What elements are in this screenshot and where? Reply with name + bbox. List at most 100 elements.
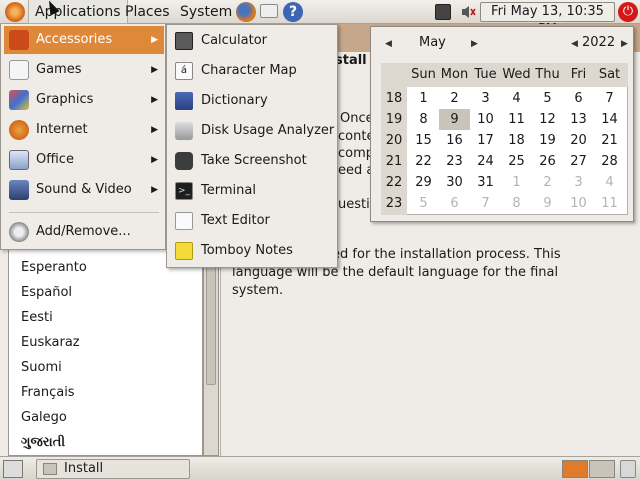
disk-usage-icon — [175, 122, 193, 140]
menu-item-add-remove[interactable]: Add/Remove... — [4, 218, 164, 246]
calendar-day[interactable]: 19 — [532, 130, 563, 151]
menu-item-accessories[interactable]: Accessories ▶ — [4, 26, 164, 54]
calendar-day[interactable]: 18 — [501, 130, 532, 151]
character-map-icon: á — [175, 62, 193, 80]
calendar-day[interactable]: 11 — [594, 193, 625, 214]
calendar-day[interactable]: 1 — [408, 88, 439, 109]
calendar-day[interactable]: 11 — [501, 109, 532, 130]
calendar-day[interactable]: 15 — [408, 130, 439, 151]
weekday-label: Mon — [440, 67, 469, 82]
prev-year-button[interactable]: ◀ — [571, 35, 578, 50]
calendar-day[interactable]: 29 — [408, 172, 439, 193]
help-icon[interactable]: ? — [283, 2, 303, 22]
calendar-day[interactable]: 31 — [470, 172, 501, 193]
week-number: 22 — [385, 175, 403, 190]
calendar-day[interactable]: 17 — [470, 130, 501, 151]
menu-item-office[interactable]: Office ▶ — [4, 146, 164, 174]
prev-month-button[interactable]: ◀ — [385, 35, 392, 50]
graphics-icon — [9, 90, 29, 110]
calendar-day[interactable]: 14 — [594, 109, 625, 130]
menu-item-dictionary[interactable]: Dictionary — [169, 87, 337, 115]
menu-item-disk-usage-analyzer[interactable]: Disk Usage Analyzer — [169, 117, 337, 145]
calendar-day[interactable]: 16 — [439, 130, 470, 151]
next-month-button[interactable]: ▶ — [471, 35, 478, 50]
calendar-day[interactable]: 10 — [470, 109, 501, 130]
calendar-day[interactable]: 2 — [439, 88, 470, 109]
language-item[interactable]: Euskaraz — [21, 333, 80, 353]
calendar-day[interactable]: 8 — [408, 109, 439, 130]
mail-icon[interactable] — [260, 4, 278, 18]
menu-item-sound-video[interactable]: Sound & Video ▶ — [4, 176, 164, 204]
internet-icon — [9, 120, 29, 140]
system-menu[interactable]: System — [174, 0, 238, 24]
language-item[interactable]: Español — [21, 283, 72, 303]
calendar-day[interactable]: 9 — [439, 109, 470, 130]
language-item[interactable]: Galego — [21, 408, 67, 428]
calendar-day[interactable]: 3 — [563, 172, 594, 193]
calendar-day[interactable]: 5 — [532, 88, 563, 109]
calendar-day[interactable]: 21 — [594, 130, 625, 151]
calendar-day[interactable]: 4 — [594, 172, 625, 193]
text-fragment: comp — [338, 146, 375, 161]
calendar-day[interactable]: 5 — [408, 193, 439, 214]
week-number: 19 — [385, 112, 403, 127]
calendar-day[interactable]: 9 — [532, 193, 563, 214]
network-icon[interactable] — [435, 4, 451, 20]
show-desktop-icon[interactable] — [3, 460, 23, 478]
menu-item-take-screenshot[interactable]: Take Screenshot — [169, 147, 337, 175]
calendar-day[interactable]: 23 — [439, 151, 470, 172]
calendar-day[interactable]: 24 — [470, 151, 501, 172]
calendar-day[interactable]: 25 — [501, 151, 532, 172]
submenu-arrow-icon: ▶ — [151, 35, 158, 45]
menu-item-internet[interactable]: Internet ▶ — [4, 116, 164, 144]
calendar-day[interactable]: 28 — [594, 151, 625, 172]
calendar-day[interactable]: 7 — [470, 193, 501, 214]
menu-item-tomboy-notes[interactable]: Tomboy Notes — [169, 237, 337, 265]
calendar-day[interactable]: 4 — [501, 88, 532, 109]
language-item[interactable]: Français — [21, 383, 75, 403]
text-editor-icon — [175, 212, 193, 230]
speaker-muted-icon[interactable] — [460, 4, 476, 20]
calendar-day[interactable]: 12 — [532, 109, 563, 130]
applications-menu[interactable]: Applications — [28, 0, 128, 24]
calendar-day[interactable]: 8 — [501, 193, 532, 214]
calendar-day[interactable]: 6 — [439, 193, 470, 214]
weekday-label: Wed — [502, 67, 531, 82]
calendar-day[interactable]: 30 — [439, 172, 470, 193]
menu-item-character-map[interactable]: á Character Map — [169, 57, 337, 85]
power-icon[interactable]: ⏻ — [618, 2, 638, 22]
calendar-day[interactable]: 1 — [501, 172, 532, 193]
calendar-day[interactable]: 26 — [532, 151, 563, 172]
language-item[interactable]: ગુજરાતી — [21, 433, 65, 453]
calendar-day[interactable]: 27 — [563, 151, 594, 172]
clock[interactable]: Fri May 13, 10:35 PM — [480, 2, 615, 37]
calendar-day[interactable]: 22 — [408, 151, 439, 172]
calendar-day[interactable]: 13 — [563, 109, 594, 130]
workspace-2[interactable] — [589, 460, 615, 478]
language-item[interactable]: Eesti — [21, 308, 53, 328]
menu-item-text-editor[interactable]: Text Editor — [169, 207, 337, 235]
week-number: 23 — [385, 196, 403, 211]
trash-icon[interactable] — [620, 460, 636, 478]
text-fragment: eed a — [338, 163, 375, 178]
calendar-day[interactable]: 20 — [563, 130, 594, 151]
ubuntu-logo-icon[interactable] — [5, 2, 25, 22]
menu-item-games[interactable]: Games ▶ — [4, 56, 164, 84]
workspace-1[interactable] — [562, 460, 588, 478]
applications-dropdown: Accessories ▶ Games ▶ Graphics ▶ Interne… — [0, 24, 166, 250]
menu-item-terminal[interactable]: >_ Terminal — [169, 177, 337, 205]
menu-separator — [9, 212, 159, 213]
calendar-day[interactable]: 10 — [563, 193, 594, 214]
menu-item-graphics[interactable]: Graphics ▶ — [4, 86, 164, 114]
places-menu[interactable]: Places — [119, 0, 176, 24]
next-year-button[interactable]: ▶ — [621, 35, 628, 50]
menu-item-calculator[interactable]: Calculator — [169, 27, 337, 55]
calendar-day[interactable]: 7 — [594, 88, 625, 109]
language-item[interactable]: Suomi — [21, 358, 62, 378]
calendar-day[interactable]: 2 — [532, 172, 563, 193]
calendar-day[interactable]: 3 — [470, 88, 501, 109]
taskbar-install-button[interactable]: Install — [36, 459, 190, 479]
calendar-day[interactable]: 6 — [563, 88, 594, 109]
language-item[interactable]: Esperanto — [21, 258, 87, 278]
firefox-icon[interactable] — [236, 2, 256, 22]
